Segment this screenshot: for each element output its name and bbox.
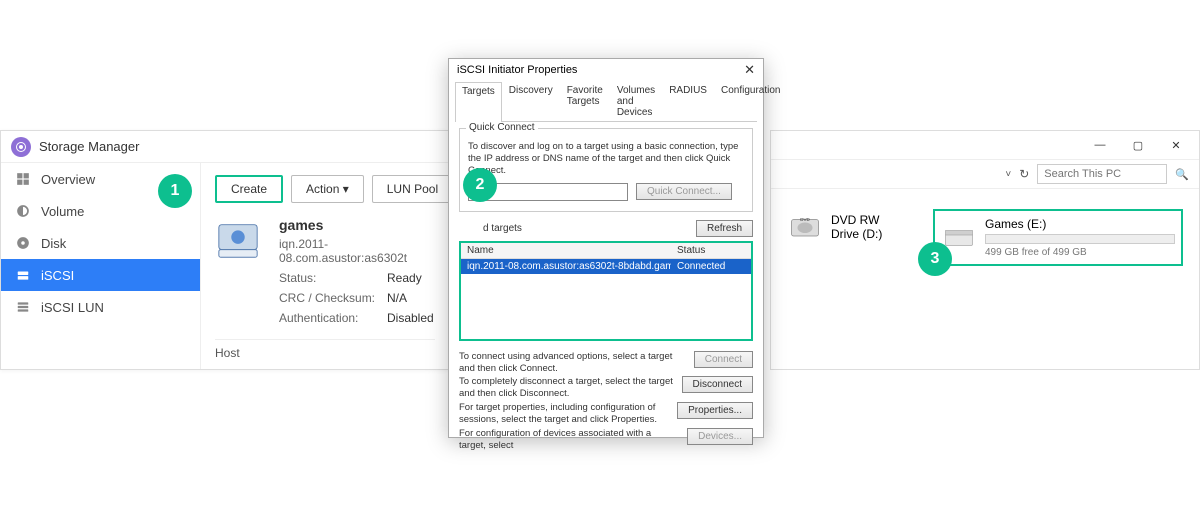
tab-targets[interactable]: Targets: [455, 82, 502, 122]
properties-hint: For target properties, including configu…: [459, 402, 669, 426]
disk-icon: [15, 235, 31, 251]
connect-hint: To connect using advanced options, selec…: [459, 351, 686, 375]
maximize-icon[interactable]: ▢: [1121, 135, 1155, 155]
sidebar-label: Disk: [41, 236, 66, 251]
overview-icon: [15, 171, 31, 187]
sidebar-label: iSCSI: [41, 268, 74, 283]
chevron-down-icon[interactable]: ˅: [1005, 169, 1011, 180]
initiator-tabs: Targets Discovery Favorite Targets Volum…: [455, 81, 757, 122]
auth-value: Disabled: [387, 311, 434, 325]
col-name: Name: [461, 243, 671, 258]
disconnect-button[interactable]: Disconnect: [682, 376, 753, 393]
close-icon[interactable]: ✕: [1159, 135, 1193, 155]
iscsi-icon: [15, 267, 31, 283]
games-label: Games (E:): [985, 217, 1175, 231]
quick-connect-label: Quick Connect: [466, 122, 538, 133]
host-label: Host: [215, 339, 435, 360]
col-status: Status: [671, 243, 751, 258]
target-iqn: iqn.2011-08.com.asustor:as6302t: [279, 237, 435, 265]
tab-radius[interactable]: RADIUS: [662, 81, 714, 121]
target-row[interactable]: iqn.2011-08.com.asustor:as6302t-8bdabd.g…: [461, 259, 751, 274]
target-name: games: [279, 217, 435, 233]
games-drive[interactable]: Games (E:) 499 GB free of 499 GB: [933, 209, 1183, 266]
iscsi-lun-icon: [15, 299, 31, 315]
sidebar-label: Volume: [41, 204, 84, 219]
dvd-drive[interactable]: DVD DVD RW Drive (D:): [787, 209, 893, 245]
disconnect-hint: To completely disconnect a target, selec…: [459, 376, 674, 400]
search-icon[interactable]: 🔍: [1175, 168, 1189, 181]
storage-manager-main: Create Action ▾ LUN Pool Pr games iqn.20…: [201, 163, 449, 369]
initiator-title: iSCSI Initiator Properties: [457, 64, 577, 76]
games-usage-bar: [985, 234, 1175, 244]
storage-manager-titlebar: Storage Manager: [1, 131, 449, 163]
target-row-name: iqn.2011-08.com.asustor:as6302t-8bdabd.g…: [461, 259, 671, 274]
storage-manager-title: Storage Manager: [39, 139, 139, 154]
tab-volumes-devices[interactable]: Volumes and Devices: [610, 81, 662, 121]
close-icon[interactable]: ✕: [744, 62, 755, 78]
badge-2: 2: [463, 168, 497, 202]
sidebar-item-disk[interactable]: Disk: [1, 227, 200, 259]
search-input[interactable]: [1037, 164, 1167, 184]
sidebar-item-iscsi-lun[interactable]: iSCSI LUN: [1, 291, 200, 323]
iscsi-initiator-window: iSCSI Initiator Properties ✕ Targets Dis…: [448, 58, 764, 438]
svg-text:DVD: DVD: [800, 217, 810, 222]
games-free: 499 GB free of 499 GB: [985, 247, 1175, 258]
explorer-titlebar: — ▢ ✕: [771, 131, 1199, 159]
badge-3: 3: [918, 242, 952, 276]
target-row-status: Connected: [671, 259, 751, 274]
explorer-window: — ▢ ✕ ˅ ↻ 🔍 DVD DVD RW Drive (D:) Games …: [770, 130, 1200, 370]
storage-manager-window: Storage Manager Overview Volume Disk iSC…: [0, 130, 450, 370]
refresh-button[interactable]: Refresh: [696, 220, 753, 237]
auth-label: Authentication:: [279, 311, 379, 325]
discovered-targets-label: d targets: [483, 223, 522, 234]
sidebar-label: Overview: [41, 172, 95, 187]
dvd-icon: DVD: [787, 209, 823, 245]
initiator-titlebar: iSCSI Initiator Properties ✕: [449, 59, 763, 81]
explorer-toolbar: ˅ ↻ 🔍: [771, 159, 1199, 189]
status-value: Ready: [387, 271, 422, 285]
status-label: Status:: [279, 271, 379, 285]
lun-pool-button[interactable]: LUN Pool: [372, 175, 449, 203]
tab-discovery[interactable]: Discovery: [502, 81, 560, 121]
volume-icon: [15, 203, 31, 219]
quick-connect-group: Quick Connect To discover and log on to …: [459, 128, 753, 212]
action-button[interactable]: Action ▾: [291, 175, 364, 203]
crc-label: CRC / Checksum:: [279, 291, 379, 305]
quick-connect-desc: To discover and log on to a target using…: [468, 141, 744, 177]
storage-manager-app-icon: [11, 137, 31, 157]
connect-button[interactable]: Connect: [694, 351, 753, 368]
properties-button[interactable]: Properties...: [677, 402, 753, 419]
dvd-label: DVD RW Drive (D:): [831, 213, 893, 241]
quick-connect-button[interactable]: Quick Connect...: [636, 183, 732, 200]
devices-button[interactable]: Devices...: [687, 428, 753, 445]
sidebar-item-iscsi[interactable]: iSCSI: [1, 259, 200, 291]
targets-table: Name Status iqn.2011-08.com.asustor:as63…: [459, 241, 753, 341]
tab-configuration[interactable]: Configuration: [714, 81, 787, 121]
create-button[interactable]: Create: [215, 175, 283, 203]
crc-value: N/A: [387, 291, 407, 305]
target-disk-icon: [215, 217, 261, 263]
sidebar-label: iSCSI LUN: [41, 300, 104, 315]
storage-manager-toolbar: Create Action ▾ LUN Pool Pr: [215, 175, 435, 203]
refresh-icon[interactable]: ↻: [1019, 167, 1029, 181]
devices-hint: For configuration of devices associated …: [459, 428, 679, 452]
minimize-icon[interactable]: —: [1083, 135, 1117, 155]
badge-1: 1: [158, 174, 192, 208]
tab-favorite-targets[interactable]: Favorite Targets: [560, 81, 610, 121]
